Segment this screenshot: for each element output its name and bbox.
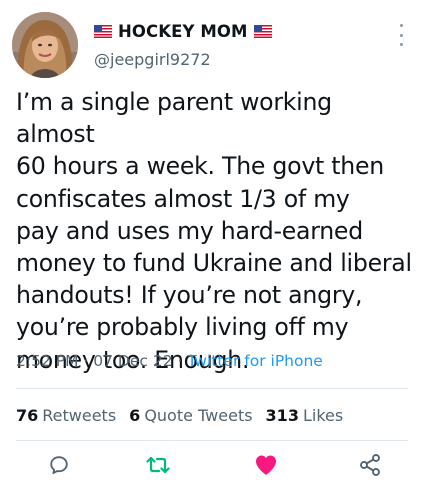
tweet-date[interactable]: 07 Dec 22	[93, 352, 172, 370]
retweet-button[interactable]	[143, 450, 173, 480]
likes-label: Likes	[302, 406, 344, 425]
reply-icon	[50, 456, 68, 474]
likes-count: 313	[265, 406, 299, 425]
tweet-card: HOCKEY MOM @jeepgirl9272 I’m a single pa…	[0, 0, 424, 500]
user-handle[interactable]: @jeepgirl9272	[94, 50, 211, 69]
more-options-button[interactable]	[392, 24, 410, 46]
retweets-label: Retweets	[42, 406, 117, 425]
heart-icon	[256, 455, 276, 475]
retweets-stat[interactable]: 76 Retweets	[16, 406, 116, 425]
display-name-text: HOCKEY MOM	[118, 22, 248, 41]
quote-tweets-count: 6	[129, 406, 141, 425]
share-icon	[360, 454, 380, 476]
more-dot-icon	[399, 33, 403, 37]
action-bar	[0, 450, 424, 486]
retweets-count: 76	[16, 406, 39, 425]
us-flag-icon	[253, 25, 272, 38]
reply-button[interactable]	[44, 450, 74, 480]
engagement-stats: 76 Retweets 6 Quote Tweets 313 Likes	[16, 406, 343, 425]
tweet-text: I’m a single parent working almost 60 ho…	[16, 88, 412, 374]
tweet-meta: 2:52 PM · 07 Dec 22 · Twitter for iPhone	[16, 352, 323, 370]
avatar-photo	[12, 12, 78, 78]
more-dot-icon	[399, 24, 403, 27]
more-dot-icon	[399, 43, 403, 46]
retweet-icon	[146, 456, 170, 474]
meta-separator: ·	[177, 352, 183, 370]
divider	[16, 388, 408, 389]
divider	[16, 440, 408, 441]
quote-tweets-label: Quote Tweets	[144, 406, 253, 425]
share-button[interactable]	[355, 450, 385, 480]
likes-stat[interactable]: 313 Likes	[266, 406, 344, 425]
avatar[interactable]	[12, 12, 78, 78]
tweet-time[interactable]: 2:52 PM	[16, 352, 78, 370]
meta-separator: ·	[83, 352, 89, 370]
tweet-source-link[interactable]: Twitter for iPhone	[187, 352, 322, 370]
us-flag-icon	[94, 25, 112, 38]
quote-tweets-stat[interactable]: 6 Quote Tweets	[129, 406, 252, 425]
display-name[interactable]: HOCKEY MOM	[94, 22, 272, 41]
like-button[interactable]	[251, 450, 281, 480]
